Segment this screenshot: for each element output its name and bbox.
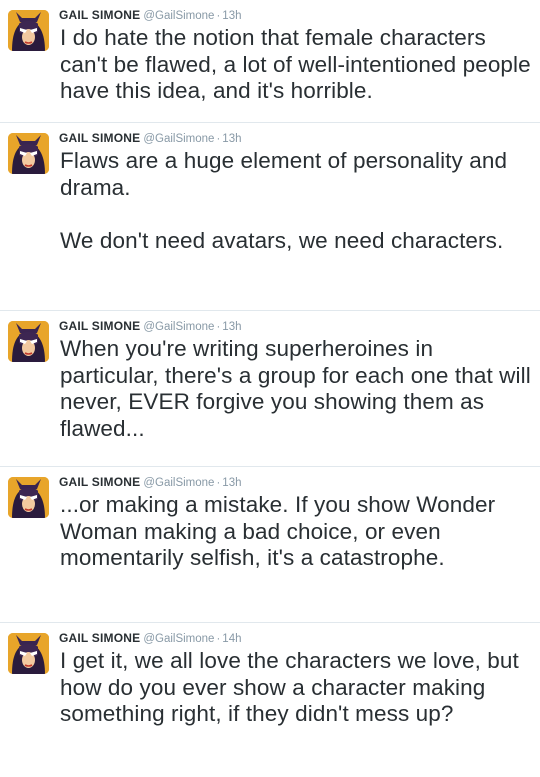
author-handle[interactable]: @GailSimone [143,133,214,145]
author-name[interactable]: GAIL SIMONE [59,475,140,489]
author-name[interactable]: GAIL SIMONE [59,319,140,333]
author-name[interactable]: GAIL SIMONE [59,631,140,645]
author-handle[interactable]: @GailSimone [143,633,214,645]
tweet-timestamp[interactable]: 13h [222,477,241,489]
separator: · [216,133,221,145]
tweet-text: I do hate the notion that female charact… [60,25,531,103]
tweet-header: GAIL SIMONE @GailSimone · 13h [59,311,534,335]
tweet-header: GAIL SIMONE @GailSimone · 13h [59,467,534,491]
tweet-text: ...or making a mistake. If you show Wond… [60,492,496,570]
author-handle[interactable]: @GailSimone [143,477,214,489]
separator: · [216,10,221,22]
batgirl-avatar-icon[interactable] [8,321,49,362]
tweet-timestamp[interactable]: 13h [222,133,241,145]
author-handle[interactable]: @GailSimone [143,10,214,22]
tweet[interactable]: GAIL SIMONE @GailSimone · 13h ...or making … [0,467,540,623]
author-name[interactable]: GAIL SIMONE [59,8,140,22]
tweet-text: When you're writing superheroines in par… [60,336,531,441]
separator: · [216,633,221,645]
tweet-timestamp[interactable]: 13h [222,10,241,22]
tweet-header: GAIL SIMONE @GailSimone · 14h [59,623,534,647]
author-handle[interactable]: @GailSimone [143,321,214,333]
tweet[interactable]: GAIL SIMONE @GailSimone · 13h Flaws are a h… [0,123,540,311]
tweet[interactable]: GAIL SIMONE @GailSimone · 14h I get it, we … [0,623,540,777]
separator: · [216,321,221,333]
tweet-text: Flaws are a huge element of personality … [60,148,508,253]
separator: · [216,477,221,489]
tweet-text: I get it, we all love the characters we … [60,648,519,726]
tweet-timestamp[interactable]: 14h [222,633,241,645]
author-name[interactable]: GAIL SIMONE [59,131,140,145]
batgirl-avatar-icon[interactable] [8,133,49,174]
tweet-timeline: GAIL SIMONE @GailSimone · 13h I do hate the… [0,0,540,777]
tweet[interactable]: GAIL SIMONE @GailSimone · 13h I do hate the… [0,0,540,123]
tweet-header: GAIL SIMONE @GailSimone · 13h [59,0,534,24]
tweet-header: GAIL SIMONE @GailSimone · 13h [59,123,534,147]
tweet-timestamp[interactable]: 13h [222,321,241,333]
batgirl-avatar-icon[interactable] [8,633,49,674]
tweet[interactable]: GAIL SIMONE @GailSimone · 13h When you're w… [0,311,540,467]
batgirl-avatar-icon[interactable] [8,477,49,518]
batgirl-avatar-icon[interactable] [8,10,49,51]
